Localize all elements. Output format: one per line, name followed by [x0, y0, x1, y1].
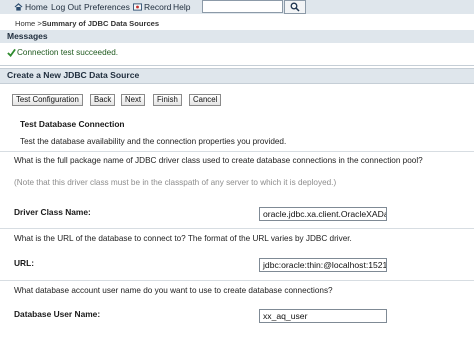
db-user-label: Database User Name: [14, 309, 101, 319]
search-button[interactable] [284, 0, 306, 14]
test-configuration-button[interactable]: Test Configuration [12, 94, 83, 106]
driver-note: (Note that this driver class must be in … [14, 178, 337, 187]
driver-class-input[interactable]: oracle.jdbc.xa.client.OracleXADataSource [259, 207, 387, 221]
search-input[interactable] [202, 0, 283, 13]
user-question: What database account user name do you w… [14, 286, 333, 295]
section-title: Create a New JDBC Data Source [7, 70, 140, 80]
record-icon[interactable] [133, 3, 142, 11]
help-link[interactable]: Help [173, 2, 190, 12]
breadcrumb: Home >Summary of JDBC Data Sources [15, 19, 159, 28]
cancel-button[interactable]: Cancel [189, 94, 222, 106]
messages-header [0, 30, 474, 43]
divider [0, 151, 474, 152]
driver-question: What is the full package name of JDBC dr… [14, 156, 423, 165]
search-icon [290, 2, 300, 12]
finish-button[interactable]: Finish [153, 94, 182, 106]
divider [0, 280, 474, 281]
url-input[interactable]: jdbc:oracle:thin:@localhost:1521:XE [259, 258, 387, 272]
record-link[interactable]: Record [144, 2, 171, 12]
form-heading: Test Database Connection [20, 119, 125, 129]
back-button[interactable]: Back [90, 94, 116, 106]
success-check-icon [7, 48, 16, 57]
url-question: What is the URL of the database to conne… [14, 234, 352, 243]
breadcrumb-home[interactable]: Home > [15, 19, 42, 28]
home-icon[interactable] [14, 3, 23, 11]
form-intro: Test the database availability and the c… [20, 137, 287, 146]
divider [0, 228, 474, 229]
url-label: URL: [14, 258, 35, 268]
section-separator [0, 65, 474, 66]
home-link[interactable]: Home [25, 2, 48, 12]
preferences-link[interactable]: Preferences [84, 2, 130, 12]
logout-link[interactable]: Log Out [51, 2, 81, 12]
success-message: Connection test succeeded. [17, 48, 119, 57]
next-button[interactable]: Next [121, 94, 146, 106]
driver-class-label: Driver Class Name: [14, 207, 91, 217]
db-user-input[interactable]: xx_aq_user [259, 309, 387, 323]
messages-title: Messages [7, 31, 48, 41]
breadcrumb-current[interactable]: Summary of JDBC Data Sources [42, 19, 159, 28]
